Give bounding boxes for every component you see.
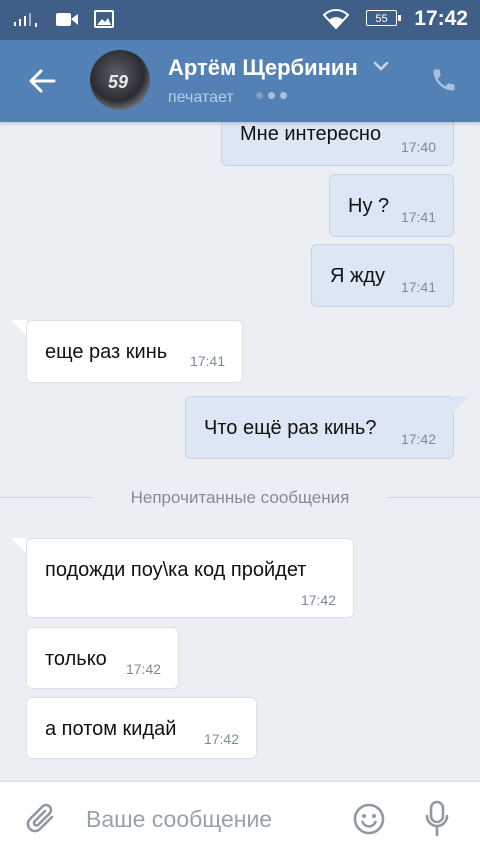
message-time: 17:41	[400, 279, 436, 295]
status-time: 17:42	[414, 7, 468, 30]
message-incoming[interactable]: а потом кидай 17:42	[26, 697, 257, 759]
paperclip-icon[interactable]	[26, 802, 58, 836]
battery-icon: 55	[366, 10, 401, 26]
message-time: 17:41	[189, 353, 225, 369]
message-outgoing[interactable]: Я жду 17:41	[311, 244, 454, 307]
phone-icon[interactable]	[430, 66, 458, 94]
back-arrow-icon[interactable]	[24, 64, 60, 98]
message-incoming[interactable]: еще раз кинь 17:41	[26, 320, 243, 383]
typing-status: печатает	[168, 89, 234, 106]
message-input[interactable]	[86, 800, 336, 838]
message-time: 17:41	[400, 209, 436, 225]
message-text: Что ещё раз кинь?	[204, 417, 377, 439]
typing-dots	[256, 92, 287, 99]
contact-name[interactable]: Артём Щербинин	[168, 55, 358, 81]
message-text: а потом кидай	[45, 718, 177, 740]
unread-divider: Непрочитанные сообщения	[0, 484, 480, 512]
avatar-jersey-number: 59	[108, 72, 129, 92]
status-bar: 55 17:42	[0, 0, 480, 40]
message-time: 17:42	[125, 661, 161, 677]
emoji-icon[interactable]	[352, 802, 386, 836]
bubble-tail	[11, 320, 27, 336]
message-outgoing[interactable]: Мне интересно 17:40	[221, 122, 454, 166]
unread-divider-label: Непрочитанные сообщения	[130, 488, 350, 507]
message-time: 17:42	[300, 592, 336, 608]
avatar[interactable]: 59	[90, 50, 150, 110]
message-composer	[0, 781, 480, 854]
chevron-down-icon[interactable]	[372, 60, 390, 72]
message-text: Я жду	[330, 265, 386, 287]
message-incoming[interactable]: подожди поу\ка код пройдет 17:42	[26, 538, 354, 618]
message-time: 17:42	[400, 431, 436, 447]
bubble-tail	[11, 538, 27, 554]
video-icon	[56, 13, 78, 26]
message-time: 17:40	[400, 139, 436, 155]
signal-icon	[14, 11, 40, 31]
message-text: подожди поу\ка код пройдет	[45, 559, 307, 581]
message-outgoing[interactable]: Что ещё раз кинь? 17:42	[185, 396, 454, 459]
message-text: только	[45, 648, 107, 670]
message-incoming[interactable]: только 17:42	[26, 627, 179, 689]
message-text: Мне интересно	[240, 123, 382, 145]
message-text: еще раз кинь	[45, 341, 168, 363]
wifi-icon	[323, 9, 349, 29]
image-icon	[94, 10, 114, 28]
message-list[interactable]: Мне интересно 17:40 Ну ? 17:41 Я жду 17:…	[0, 122, 480, 781]
message-time: 17:42	[203, 731, 239, 747]
message-text: Ну ?	[348, 195, 390, 217]
message-outgoing[interactable]: Ну ? 17:41	[329, 174, 454, 237]
bubble-tail	[453, 396, 469, 412]
microphone-icon[interactable]	[424, 800, 450, 838]
chat-header: 59 Артём Щербинин печатает	[0, 40, 480, 122]
